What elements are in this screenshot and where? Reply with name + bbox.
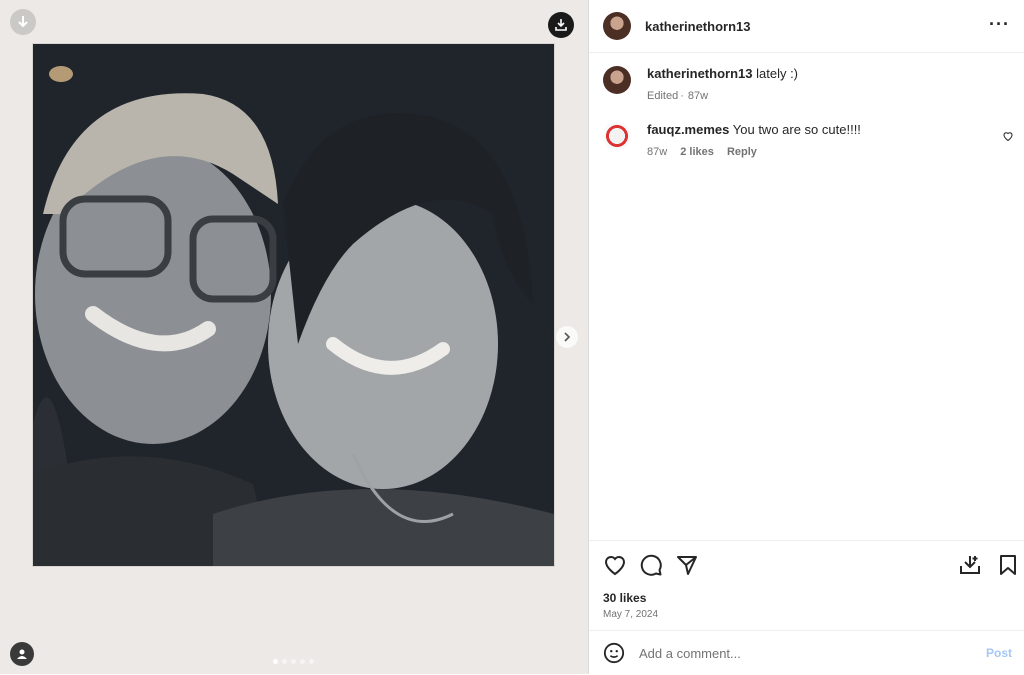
post-date: May 7, 2024 xyxy=(603,609,659,620)
download-icon xyxy=(18,16,28,28)
comment-input[interactable] xyxy=(637,644,941,662)
photo-image xyxy=(33,44,554,566)
likes-count[interactable]: 30 likes xyxy=(603,591,646,605)
share-icon[interactable] xyxy=(675,553,699,577)
download-icon xyxy=(555,19,567,31)
caption-username[interactable]: katherinethorn13 xyxy=(647,66,752,81)
comments-list: katherinethorn13 lately :) Edited · 87w fa… xyxy=(589,52,1024,540)
download-button[interactable] xyxy=(10,9,36,35)
avatar[interactable] xyxy=(603,122,631,150)
caption-item: katherinethorn13 lately :) Edited · 87w xyxy=(603,66,798,104)
carousel-dot xyxy=(309,659,314,664)
carousel-dot xyxy=(282,659,287,664)
carousel-dot xyxy=(273,659,278,664)
avatar[interactable] xyxy=(603,66,631,94)
author-username[interactable]: katherinethorn13 xyxy=(645,19,750,34)
post-media xyxy=(0,0,588,674)
comment-username[interactable]: fauqz.memes xyxy=(647,122,729,137)
emoji-icon[interactable] xyxy=(603,642,625,664)
avatar[interactable] xyxy=(603,12,631,40)
comment-text: You two are so cute!!!! xyxy=(732,122,861,137)
comment-likes[interactable]: 2 likes xyxy=(680,146,714,158)
post-actions: 30 likes May 7, 2024 xyxy=(589,540,1024,631)
separator: · xyxy=(680,90,684,102)
carousel-dot xyxy=(300,659,305,664)
comment-icon[interactable] xyxy=(639,553,663,577)
heart-icon[interactable] xyxy=(603,553,627,577)
user-tag-button[interactable] xyxy=(10,642,34,666)
post-comment-button[interactable]: Post xyxy=(986,646,1012,660)
user-tag-icon xyxy=(17,649,27,659)
chevron-right-icon xyxy=(564,332,571,342)
carousel-dot xyxy=(291,659,296,664)
reply-button[interactable]: Reply xyxy=(727,146,757,158)
caption-edited: Edited xyxy=(647,90,679,102)
post-header: katherinethorn13 ··· xyxy=(589,0,1024,53)
comment-like-heart-icon[interactable] xyxy=(1002,130,1014,142)
download-media-button[interactable] xyxy=(548,12,574,38)
post-photo xyxy=(33,44,554,566)
download-save-icon[interactable] xyxy=(958,553,982,577)
add-comment-bar: Post xyxy=(589,630,1024,675)
caption-text: lately :) xyxy=(756,66,799,81)
comment-time: 87w xyxy=(647,146,668,158)
caption-time: 87w xyxy=(687,90,709,102)
comment-item: fauqz.memes You two are so cute!!!! 87w … xyxy=(603,122,861,160)
more-options-button[interactable]: ··· xyxy=(989,14,1010,35)
bookmark-icon[interactable] xyxy=(996,553,1020,577)
carousel-indicator xyxy=(273,659,314,664)
post-details-panel: katherinethorn13 ··· katherinethorn13 la… xyxy=(588,0,1024,674)
next-slide-button[interactable] xyxy=(556,326,578,348)
